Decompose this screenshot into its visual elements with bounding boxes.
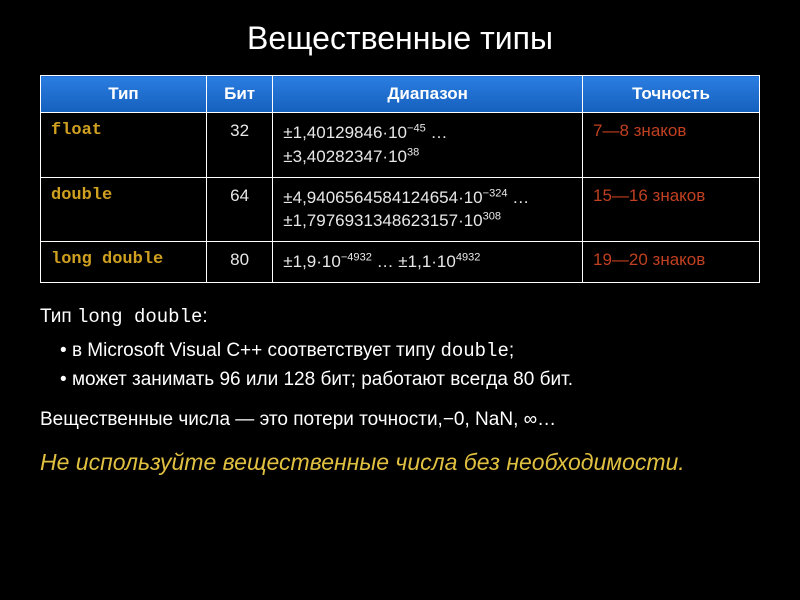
callout: Не используйте вещественные числа без не… (40, 447, 760, 478)
bullet-text-post: ; (509, 340, 514, 361)
cell-bits: 80 (206, 242, 272, 283)
cell-precision: 19—20 знаков (583, 242, 760, 283)
cell-type: long double (41, 242, 207, 283)
col-precision: Точность (583, 76, 760, 113)
slide-body: Тип long double: в Microsoft Visual C++ … (40, 303, 760, 478)
table-row: double 64 ±4,9406564584124654·10−324 …±1… (41, 177, 760, 242)
table-row: float 32 ±1,40129846·10−45 …±3,40282347·… (41, 113, 760, 178)
cell-precision: 7—8 знаков (583, 113, 760, 178)
cell-precision: 15—16 знаков (583, 177, 760, 242)
slide: Вещественные типы Тип Бит Диапазон Точно… (0, 0, 800, 600)
bullet-list: в Microsoft Visual C++ соответствует тип… (40, 337, 760, 394)
bullet-text-pre: может занимать 96 или 128 бит; работают … (72, 369, 573, 390)
cell-range: ±4,9406564584124654·10−324 …±1,797693134… (273, 177, 583, 242)
intro-suffix: : (202, 306, 207, 327)
col-type: Тип (41, 76, 207, 113)
cell-bits: 32 (206, 113, 272, 178)
intro-prefix: Тип (40, 306, 77, 327)
col-bits: Бит (206, 76, 272, 113)
intro-mono: long double (77, 306, 202, 328)
types-table: Тип Бит Диапазон Точность float 32 ±1,40… (40, 75, 760, 283)
bullet-text-mono: double (440, 340, 508, 362)
sentence: Вещественные числа — это потери точности… (40, 406, 760, 435)
table-header-row: Тип Бит Диапазон Точность (41, 76, 760, 113)
cell-range: ±1,40129846·10−45 …±3,40282347·1038 (273, 113, 583, 178)
col-range: Диапазон (273, 76, 583, 113)
intro-line: Тип long double: (40, 303, 760, 332)
cell-type: float (41, 113, 207, 178)
cell-bits: 64 (206, 177, 272, 242)
cell-type: double (41, 177, 207, 242)
table-row: long double 80 ±1,9·10−4932 … ±1,1·10493… (41, 242, 760, 283)
cell-range: ±1,9·10−4932 … ±1,1·104932 (273, 242, 583, 283)
bullet-item: может занимать 96 или 128 бит; работают … (60, 366, 760, 395)
bullet-text-pre: в Microsoft Visual C++ соответствует тип… (72, 340, 441, 361)
slide-title: Вещественные типы (40, 20, 760, 57)
bullet-item: в Microsoft Visual C++ соответствует тип… (60, 337, 760, 366)
